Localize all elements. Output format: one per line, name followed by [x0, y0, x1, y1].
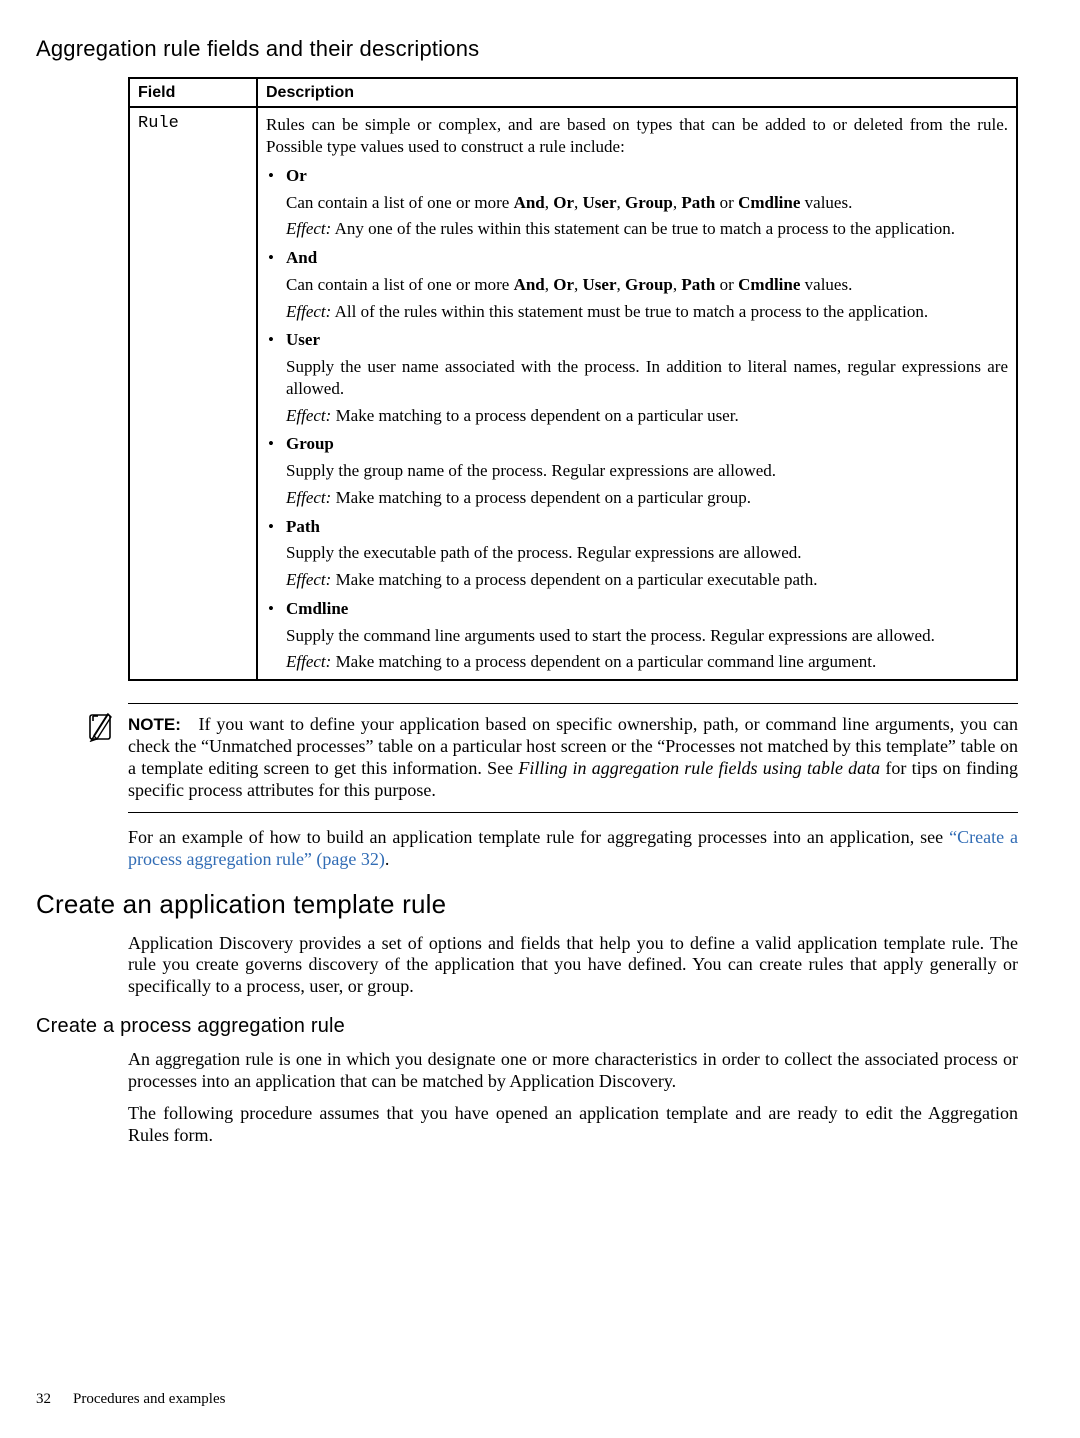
note-rule-bottom — [128, 812, 1018, 813]
term: Or — [553, 193, 574, 212]
note-rule-top — [128, 703, 1018, 704]
effect-label: Effect: — [286, 406, 331, 425]
rule-type-effect: Effect: Make matching to a process depen… — [286, 487, 1008, 509]
effect-label: Effect: — [286, 488, 331, 507]
section-heading-process-rule: Create a process aggregation rule — [36, 1014, 1018, 1038]
rule-type-or: Or Can contain a list of one or more And… — [266, 165, 1008, 240]
table-row: Rule Rules can be simple or complex, and… — [129, 107, 1017, 680]
rule-type-group: Group Supply the group name of the proce… — [266, 433, 1008, 508]
term: User — [583, 275, 617, 294]
rule-type-body: Supply the user name associated with the… — [286, 356, 1008, 400]
term: Or — [553, 275, 574, 294]
term: And — [514, 275, 545, 294]
rule-type-body: Supply the command line arguments used t… — [286, 625, 1008, 647]
term: Cmdline — [738, 193, 800, 212]
para-aggregation-rule-2: The following procedure assumes that you… — [128, 1103, 1018, 1147]
rule-type-body: Supply the group name of the process. Re… — [286, 460, 1008, 482]
rule-type-user: User Supply the user name associated wit… — [266, 329, 1008, 426]
rule-type-body: Can contain a list of one or more And, O… — [286, 274, 1008, 296]
effect-label: Effect: — [286, 302, 331, 321]
rule-type-effect: Effect: Make matching to a process depen… — [286, 651, 1008, 673]
page-number: 32 — [36, 1391, 51, 1407]
body-post: values. — [800, 275, 852, 294]
page-footer: 32 Procedures and examples — [36, 1390, 225, 1408]
th-description: Description — [257, 78, 1017, 108]
term: User — [583, 193, 617, 212]
term: And — [514, 193, 545, 212]
effect-text: Make matching to a process dependent on … — [331, 570, 817, 589]
effect-label: Effect: — [286, 652, 331, 671]
body-post: values. — [800, 193, 852, 212]
term: Group — [625, 193, 673, 212]
body-pre: Can contain a list of one or more — [286, 275, 514, 294]
para-app-discovery: Application Discovery provides a set of … — [128, 933, 1018, 999]
rule-type-name: User — [286, 330, 320, 349]
para-example-post: . — [385, 849, 390, 869]
cell-description: Rules can be simple or complex, and are … — [257, 107, 1017, 680]
term: Group — [625, 275, 673, 294]
term: Path — [681, 275, 715, 294]
rule-fields-table: Field Description Rule Rules can be simp… — [128, 77, 1018, 681]
rule-type-body: Supply the executable path of the proces… — [286, 542, 1008, 564]
rule-type-name: Group — [286, 434, 334, 453]
rule-type-name: And — [286, 248, 317, 267]
note-block: NOTE: If you want to define your applica… — [128, 703, 1018, 813]
effect-text: Any one of the rules within this stateme… — [331, 219, 955, 238]
note-ital: Filling in aggregation rule fields using… — [518, 758, 880, 778]
rule-lead: Rules can be simple or complex, and are … — [266, 114, 1008, 158]
note-text: NOTE: If you want to define your applica… — [128, 714, 1018, 802]
cell-field: Rule — [129, 107, 257, 680]
rule-type-effect: Effect: Make matching to a process depen… — [286, 569, 1008, 591]
rule-type-effect: Effect: Any one of the rules within this… — [286, 218, 1008, 240]
footer-section: Procedures and examples — [73, 1391, 225, 1407]
note-label: NOTE: — [128, 715, 181, 734]
section-heading-fields: Aggregation rule fields and their descri… — [36, 36, 1018, 63]
para-example: For an example of how to build an applic… — [128, 827, 1018, 871]
rule-type-effect: Effect: Make matching to a process depen… — [286, 405, 1008, 427]
section-heading-create-rule: Create an application template rule — [36, 889, 1018, 921]
rule-type-body: Can contain a list of one or more And, O… — [286, 192, 1008, 214]
body-pre: Can contain a list of one or more — [286, 193, 514, 212]
rule-type-list: Or Can contain a list of one or more And… — [266, 165, 1008, 673]
term: Cmdline — [738, 275, 800, 294]
rule-type-name: Path — [286, 517, 320, 536]
effect-text: Make matching to a process dependent on … — [331, 406, 738, 425]
effect-text: Make matching to a process dependent on … — [331, 488, 751, 507]
effect-label: Effect: — [286, 219, 331, 238]
rule-type-effect: Effect: All of the rules within this sta… — [286, 301, 1008, 323]
rule-type-cmdline: Cmdline Supply the command line argument… — [266, 598, 1008, 673]
term: Path — [681, 193, 715, 212]
th-field: Field — [129, 78, 257, 108]
rule-type-name: Or — [286, 166, 307, 185]
note-icon — [86, 712, 116, 748]
rule-type-and: And Can contain a list of one or more An… — [266, 247, 1008, 322]
table-header-row: Field Description — [129, 78, 1017, 108]
para-example-pre: For an example of how to build an applic… — [128, 827, 949, 847]
para-aggregation-rule: An aggregation rule is one in which you … — [128, 1049, 1018, 1093]
rule-type-path: Path Supply the executable path of the p… — [266, 516, 1008, 591]
effect-label: Effect: — [286, 570, 331, 589]
effect-text: Make matching to a process dependent on … — [331, 652, 876, 671]
effect-text: All of the rules within this statement m… — [331, 302, 928, 321]
rule-type-name: Cmdline — [286, 599, 348, 618]
